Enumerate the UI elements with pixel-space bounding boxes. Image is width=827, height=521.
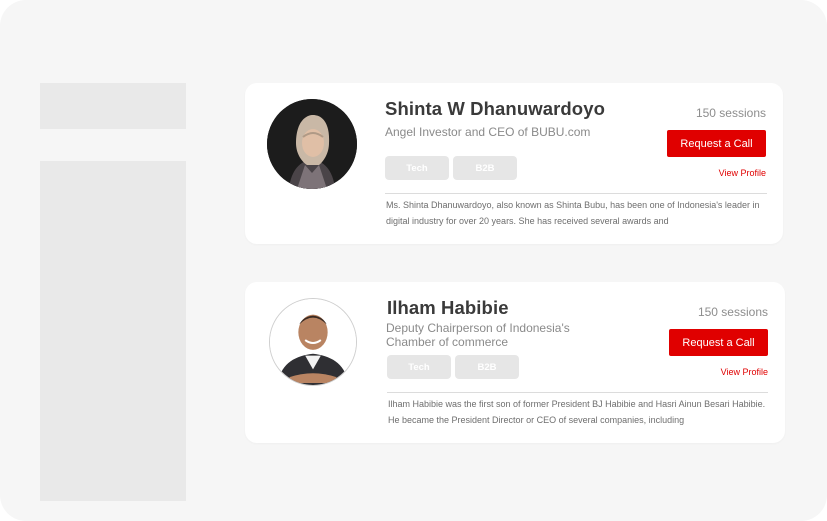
skeleton-placeholder-sidebar [40, 161, 186, 501]
avatar [269, 298, 357, 386]
divider [385, 193, 767, 194]
mentor-role: Angel Investor and CEO of BUBU.com [385, 125, 591, 139]
divider [387, 392, 768, 393]
tag-tech[interactable]: Tech [385, 156, 449, 180]
view-profile-link[interactable]: View Profile [719, 168, 766, 178]
tag-tech[interactable]: Tech [387, 355, 451, 379]
tag-list: Tech B2B [385, 156, 517, 180]
view-profile-link[interactable]: View Profile [721, 367, 768, 377]
request-call-button[interactable]: Request a Call [667, 130, 766, 157]
tag-b2b[interactable]: B2B [455, 355, 519, 379]
mentor-card: Ilham Habibie Deputy Chairperson of Indo… [245, 282, 785, 443]
avatar-photo-ilham [270, 299, 356, 385]
session-count: 150 sessions [697, 305, 768, 319]
skeleton-placeholder-top [40, 83, 186, 129]
avatar [267, 99, 357, 189]
avatar-photo-shinta [267, 99, 357, 189]
mentor-card: Shinta W Dhanuwardoyo Angel Investor and… [245, 83, 783, 244]
request-call-button[interactable]: Request a Call [669, 329, 768, 356]
mentor-name: Shinta W Dhanuwardoyo [385, 98, 605, 119]
session-count: 150 sessions [695, 106, 766, 120]
mentor-role: Deputy Chairperson of Indonesia's Chambe… [386, 321, 570, 349]
tag-list: Tech B2B [387, 355, 519, 379]
app-frame: Shinta W Dhanuwardoyo Angel Investor and… [0, 0, 827, 521]
tag-b2b[interactable]: B2B [453, 156, 517, 180]
mentor-bio: Ilham Habibie was the first son of forme… [388, 399, 766, 425]
mentor-bio: Ms. Shinta Dhanuwardoyo, also known as S… [386, 200, 760, 226]
mentor-name: Ilham Habibie [387, 297, 509, 318]
